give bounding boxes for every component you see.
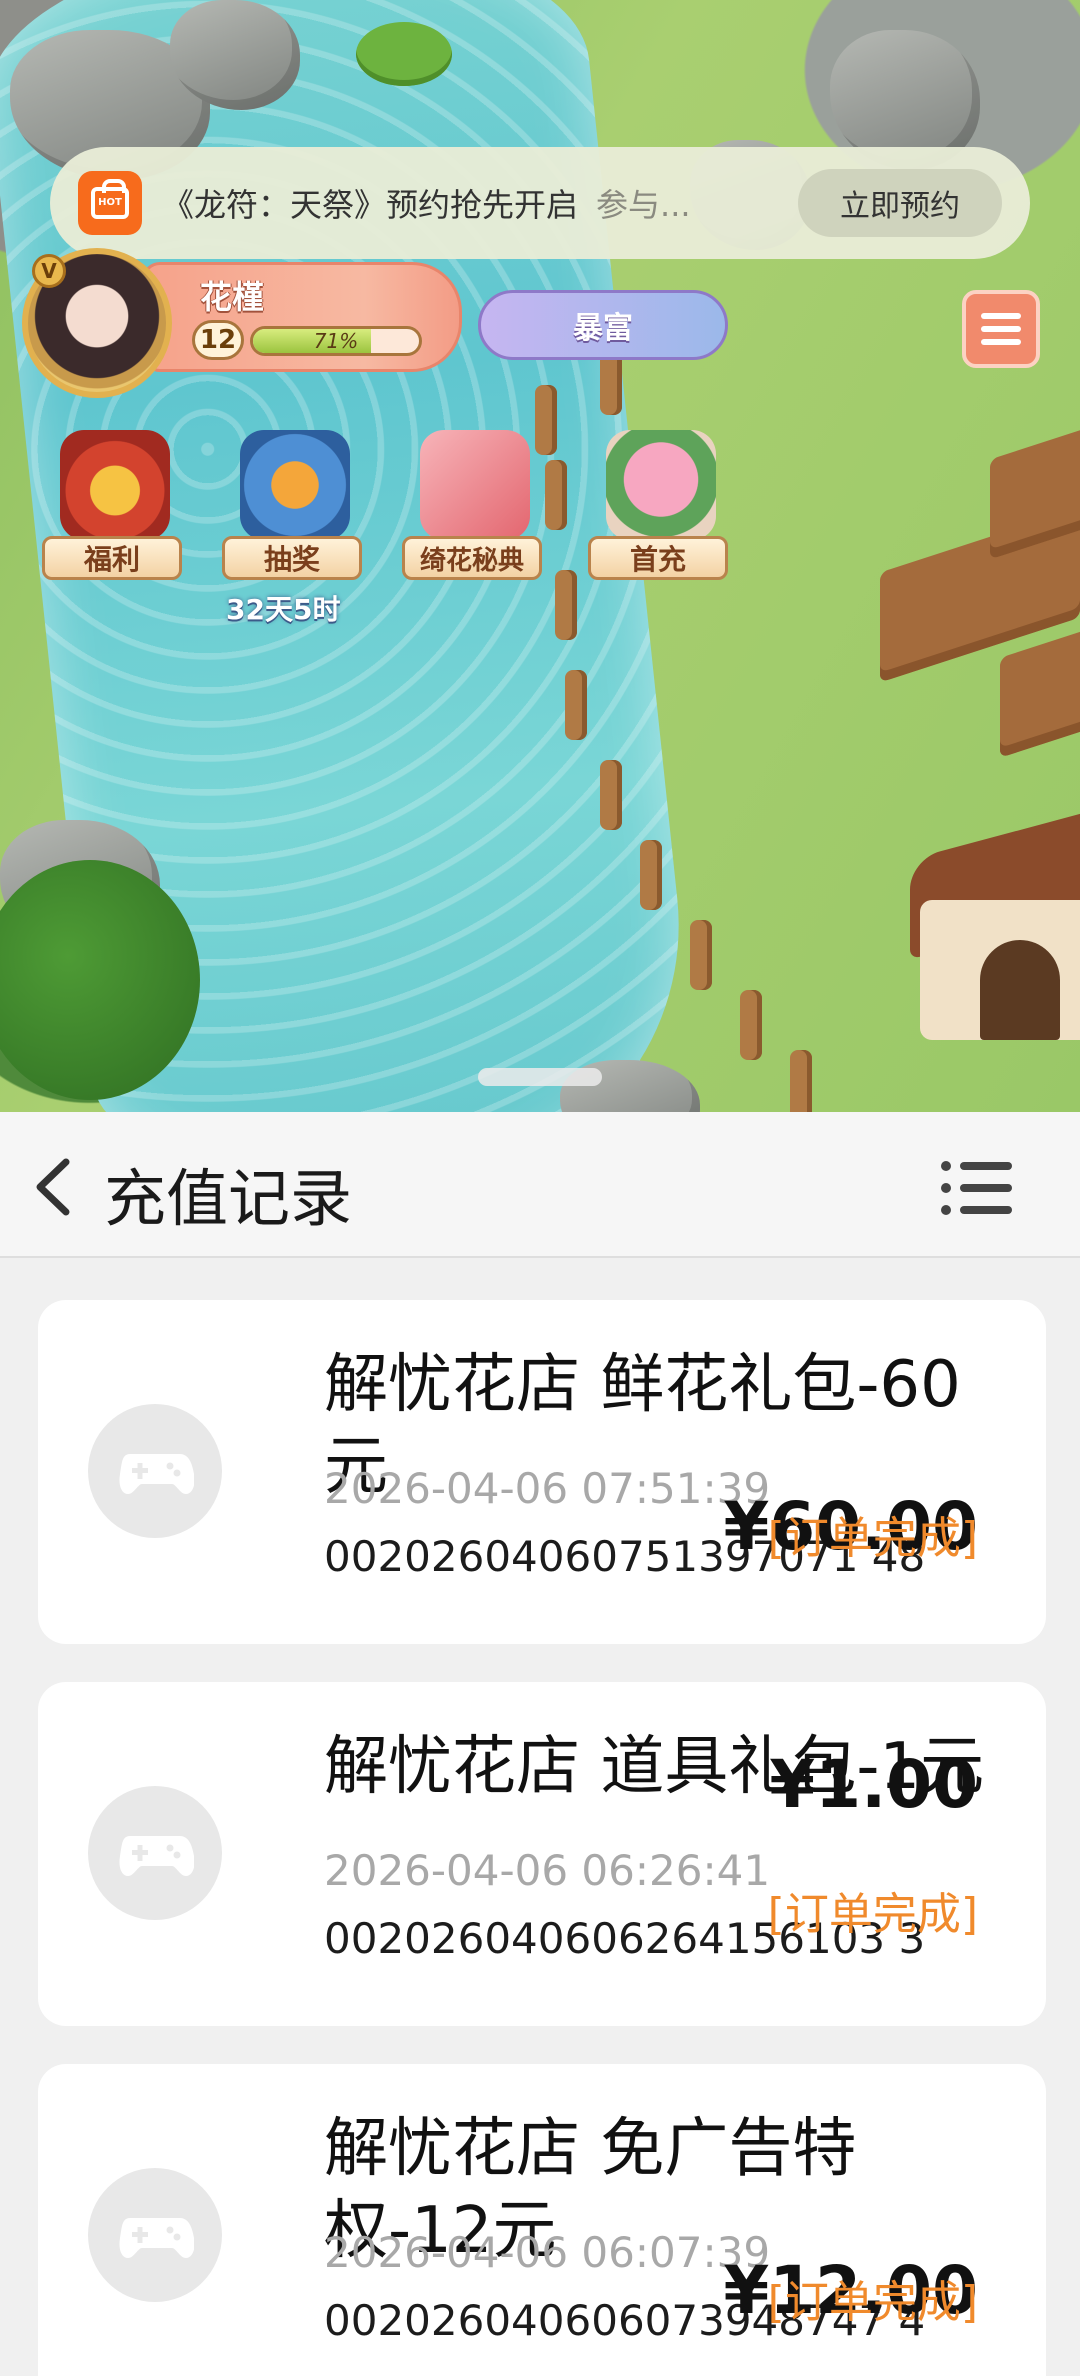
fence-post: [790, 1050, 812, 1112]
feature-label: 抽奖: [222, 536, 362, 580]
feature-label: 福利: [42, 536, 182, 580]
fence-post: [600, 760, 622, 830]
gamepad-icon-circle: [88, 1786, 222, 1920]
fence-post: [555, 570, 577, 640]
player-name: 花槿: [200, 278, 265, 316]
player-card[interactable]: V 花槿 12 71%: [22, 248, 462, 398]
feature-lottery[interactable]: 抽奖: [222, 430, 362, 580]
promo-text: 《龙符：天祭》预约抢先开启 参与...: [162, 180, 798, 226]
feature-label: 首充: [588, 536, 728, 580]
menu-line: [981, 326, 1021, 332]
page-title: 充值记录: [104, 1162, 353, 1235]
record-status: [订单完成]: [767, 1889, 978, 1940]
xp-percent: 71%: [313, 329, 359, 353]
jackpot-button[interactable]: 暴富: [478, 290, 728, 360]
koi-fish-icon: [240, 430, 350, 540]
gamepad-icon: [119, 1836, 194, 1876]
gamepad-icon-circle: [88, 2168, 222, 2302]
game-menu-button[interactable]: [962, 290, 1040, 368]
lion-treasure-icon: [60, 430, 170, 540]
recharge-records-panel: 充值记录 解忧花店 鲜花礼包-60元 2026-04-06 07:51:39 0…: [0, 1112, 1080, 2376]
record-price: ¥1.00: [769, 1746, 978, 1823]
list-menu-icon[interactable]: [938, 1156, 1014, 1220]
record-status: [订单完成]: [767, 1513, 978, 1564]
menu-line: [981, 313, 1021, 319]
fence-post: [740, 990, 762, 1060]
menu-line: [981, 339, 1021, 345]
gamepad-icon-circle: [88, 1404, 222, 1538]
promo-title: 《龙符：天祭》预约抢先开启: [162, 186, 579, 224]
feature-welfare[interactable]: 福利: [42, 430, 182, 580]
promo-notification[interactable]: HOT 《龙符：天祭》预约抢先开启 参与... 立即预约: [50, 147, 1030, 259]
reserve-button[interactable]: 立即预约: [798, 169, 1002, 237]
player-level: 12: [192, 320, 244, 360]
lotus-book-icon: [420, 430, 530, 540]
record-card[interactable]: 解忧花店 免广告特权-12元 2026-04-06 06:07:39 00202…: [38, 2064, 1046, 2376]
rose-bouquet-icon: [606, 430, 716, 540]
record-time: 2026-04-06 06:26:41: [324, 1846, 771, 1895]
title-bar: 充值记录: [0, 1112, 1080, 1258]
dog-house-door: [980, 940, 1060, 1040]
hot-bag-icon: HOT: [78, 171, 142, 235]
hot-badge-text: HOT: [98, 197, 122, 208]
fence-post: [640, 840, 662, 910]
game-scene[interactable]: HOT 《龙符：天祭》预约抢先开启 参与... 立即预约 V 花槿 12 71% …: [0, 0, 1080, 1112]
promo-subtitle: 参与...: [596, 186, 691, 224]
lily-pad: [356, 22, 452, 86]
drag-handle[interactable]: [478, 1068, 602, 1086]
feature-flower-guide[interactable]: 绮花秘典: [402, 430, 542, 580]
back-arrow-icon[interactable]: [26, 1152, 86, 1222]
lottery-countdown: 32天5时: [226, 593, 341, 626]
feature-first-recharge[interactable]: 首充: [588, 430, 728, 580]
xp-progress-bar: 71%: [250, 326, 422, 356]
gamepad-icon: [119, 1454, 194, 1494]
farm-plot: [1000, 622, 1080, 758]
record-time: 2026-04-06 07:51:39: [324, 1464, 771, 1513]
record-status: [订单完成]: [767, 2277, 978, 2328]
record-time: 2026-04-06 06:07:39: [324, 2228, 771, 2277]
fence-post: [690, 920, 712, 990]
dog-house[interactable]: [900, 800, 1080, 1060]
record-card[interactable]: 解忧花店 鲜花礼包-60元 2026-04-06 07:51:39 002026…: [38, 1300, 1046, 1644]
fence-post: [545, 460, 567, 530]
feature-label: 绮花秘典: [402, 536, 542, 580]
vip-badge: V: [32, 254, 66, 288]
fence-post: [565, 670, 587, 740]
record-card[interactable]: 解忧花店 道具礼包-1元 2026-04-06 06:26:41 0020260…: [38, 1682, 1046, 2026]
gamepad-icon: [119, 2218, 194, 2258]
